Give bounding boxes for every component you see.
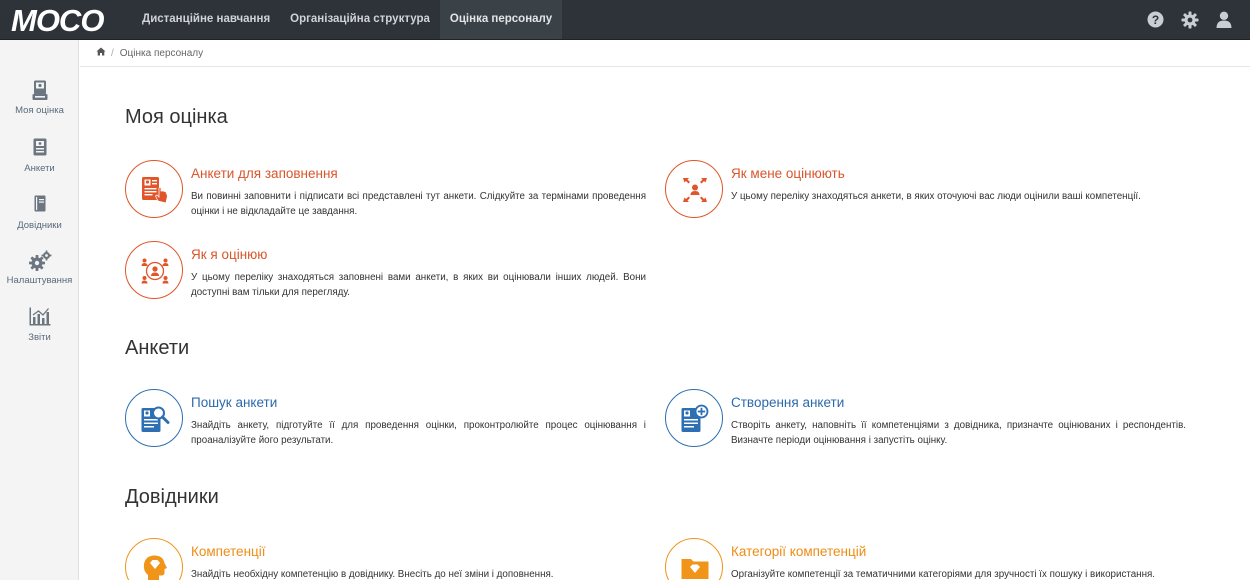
card-forms-to-fill: Анкети для заповнення Ви повинні заповни… [125,160,650,224]
book-icon [0,195,79,217]
people-inward-icon[interactable] [665,160,723,218]
card-description: Знайдіть необхідну компетенцію в довідни… [191,569,554,580]
sidebar-item-questionnaires[interactable]: Анкети [0,138,79,174]
my-evaluation-icon [0,80,79,102]
card-description: У цьому переліку знаходяться анкети, в я… [731,191,1141,202]
svg-text:?: ? [1152,13,1159,27]
card-search-form: Пошук анкети Знайдіть анкету, підготуйте… [125,389,650,453]
sidebar-item-label: Довідники [17,220,62,231]
help-icon[interactable]: ? [1147,11,1164,28]
folder-diamond-icon[interactable] [665,538,723,580]
breadcrumb-separator: / [111,47,114,59]
card-create-form: Створення анкети Створіть анкету, наповн… [665,389,1190,453]
sidebar-item-settings[interactable]: Налаштування [0,250,79,286]
card-description: Організуйте компетенції за тематичними к… [731,569,1156,580]
fill-form-icon[interactable] [125,160,183,218]
card-title-link[interactable]: Компетенції [191,544,266,559]
sidebar-item-label: Звіти [28,332,51,343]
moco-logo[interactable]: MOCO [10,3,122,37]
top-icons: ? [1147,0,1232,39]
card-how-i-am-evaluated: Як мене оцінюють У цьому переліку знаход… [665,160,1190,224]
card-description: У цьому переліку знаходяться заповнені в… [191,272,646,298]
sidebar-item-label: Налаштування [6,275,73,286]
sidebar-item-reports[interactable]: Звіти [0,307,79,343]
card-description: Ви повинні заповнити і підписати всі пре… [191,191,646,217]
gears-icon [0,250,79,272]
sidebar-item-label: Анкети [24,163,55,174]
nav-distance-learning[interactable]: Дистанційне навчання [132,0,280,39]
breadcrumb-current: Оцінка персоналу [119,47,204,59]
card-title-link[interactable]: Пошук анкети [191,395,277,410]
head-diamond-icon[interactable] [125,538,183,580]
add-form-icon[interactable] [665,389,723,447]
card-title-link[interactable]: Категорії компетенцій [731,544,866,559]
card-description: Знайдіть анкету, підготуйте її для прове… [191,420,646,446]
card-how-i-evaluate: Як я оцінюю У цьому переліку знаходяться… [125,241,650,305]
sidebar: Моя оцінка Анкети Довідники Налаштування… [0,40,79,580]
sidebar-item-label: Моя оцінка [15,105,64,116]
card-competency-categories: Категорії компетенцій Організуйте компет… [665,538,1190,580]
card-title-link[interactable]: Як я оцінюю [191,247,267,262]
card-title-link[interactable]: Як мене оцінюють [731,166,845,181]
breadcrumb: / Оцінка персоналу [80,40,1250,67]
top-nav: Дистанційне навчання Організаційна струк… [132,0,563,39]
card-title-link[interactable]: Створення анкети [731,395,844,410]
home-icon[interactable] [96,47,106,59]
card-description: Створіть анкету, наповніть її компетенці… [731,420,1186,446]
settings-icon[interactable] [1181,11,1199,29]
section-title-questionnaires: Анкети [125,337,190,359]
svg-text:MOCO: MOCO [11,3,104,37]
sidebar-item-references[interactable]: Довідники [0,195,79,231]
sidebar-item-my-evaluation[interactable]: Моя оцінка [0,80,79,116]
people-outward-icon[interactable] [125,241,183,299]
questionnaire-icon [0,138,79,160]
nav-org-structure[interactable]: Організаційна структура [280,0,440,39]
top-bar: MOCO Дистанційне навчання Організаційна … [0,0,1250,40]
section-title-my-evaluation: Моя оцінка [125,106,228,128]
chart-icon [0,307,79,329]
user-icon[interactable] [1216,11,1232,28]
card-title-link[interactable]: Анкети для заповнення [191,166,338,181]
card-competencies: Компетенції Знайдіть необхідну компетенц… [125,538,650,580]
nav-staff-evaluation[interactable]: Оцінка персоналу [439,0,563,39]
search-form-icon[interactable] [125,389,183,447]
section-title-references: Довідники [125,486,219,508]
